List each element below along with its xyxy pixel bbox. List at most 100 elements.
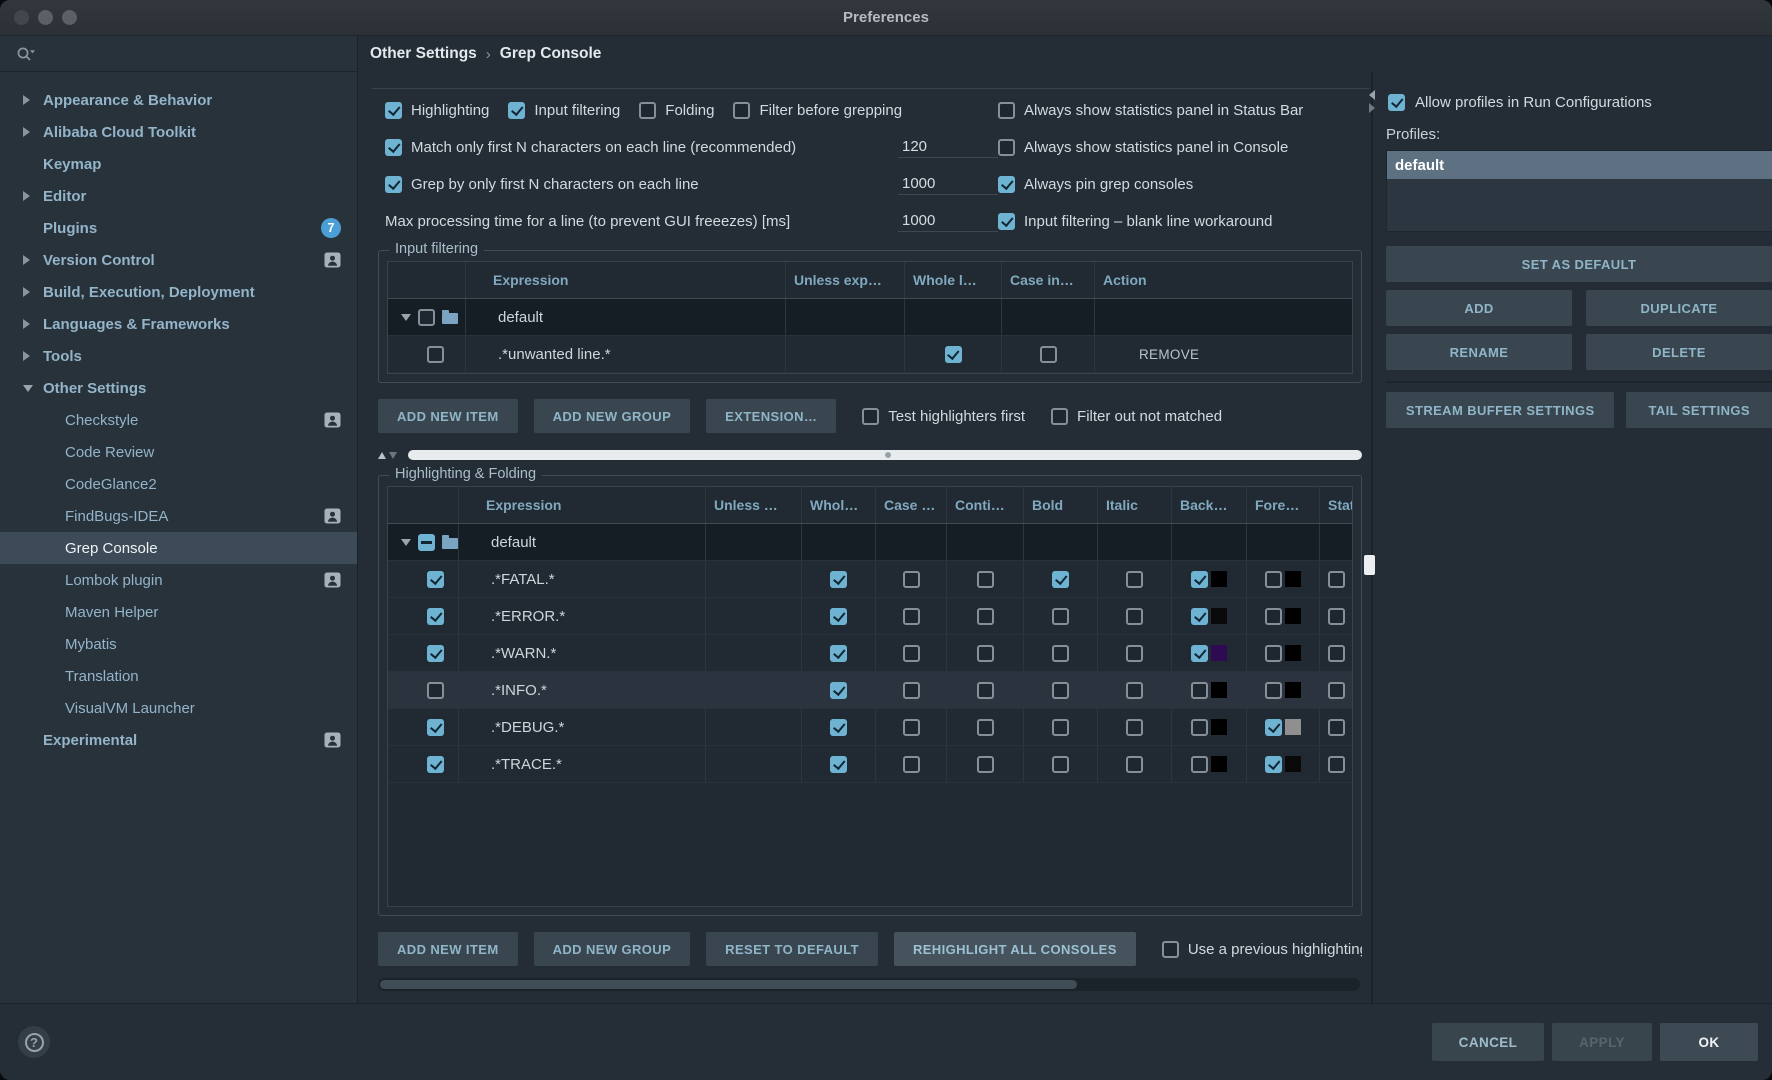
option-value-field[interactable]: 120 <box>898 137 998 158</box>
continue-matching-checkbox[interactable] <box>976 718 994 736</box>
foreground-checkbox[interactable] <box>1265 607 1282 625</box>
highlight-item-row[interactable]: .*DEBUG.* <box>388 709 1352 746</box>
sidebar-item-alibaba-cloud-toolkit[interactable]: Alibaba Cloud Toolkit <box>0 116 357 148</box>
bold-checkbox[interactable] <box>1052 644 1069 662</box>
sidebar-item-translation[interactable]: Translation <box>0 660 357 692</box>
help-button[interactable]: ? <box>18 1026 50 1058</box>
highlight-item-row[interactable]: .*FATAL.* <box>388 561 1352 598</box>
whole-line-checkbox[interactable] <box>830 681 847 699</box>
whole-line-checkbox[interactable] <box>830 607 847 625</box>
item-enabled-checkbox[interactable] <box>427 644 444 662</box>
chevron-down-icon[interactable] <box>23 384 43 392</box>
sidebar-item-visualvm-launcher[interactable]: VisualVM Launcher <box>0 692 357 724</box>
sidebar-item-keymap[interactable]: Keymap <box>0 148 357 180</box>
option-value-field[interactable]: 1000 <box>898 211 998 232</box>
foreground-checkbox[interactable] <box>1265 755 1282 773</box>
status-bar-checkbox[interactable] <box>1327 644 1345 662</box>
sidebar-item-other-settings[interactable]: Other Settings <box>0 372 357 404</box>
case-insensitive-checkbox[interactable] <box>902 755 920 773</box>
ok-button[interactable]: OK <box>1660 1023 1758 1061</box>
status-bar-checkbox[interactable] <box>1327 681 1345 699</box>
option-filter-before-grepping-checkbox[interactable] <box>733 102 751 119</box>
sidebar-item-findbugs-idea[interactable]: FindBugs-IDEA <box>0 500 357 532</box>
chevron-right-icon[interactable] <box>23 127 43 137</box>
sidebar-item-codeglance2[interactable]: CodeGlance2 <box>0 468 357 500</box>
color-swatch[interactable] <box>1285 571 1301 587</box>
highlight-item-row[interactable]: .*INFO.* <box>388 672 1352 709</box>
color-swatch[interactable] <box>1285 608 1301 624</box>
breadcrumb-section[interactable]: Other Settings <box>370 45 477 63</box>
item-enabled-checkbox[interactable] <box>427 607 444 625</box>
add-profile-button[interactable]: ADD <box>1386 290 1572 326</box>
background-checkbox[interactable] <box>1191 570 1208 588</box>
table-group-row[interactable]: default <box>388 524 1352 561</box>
rehighlight-all-consoles-button[interactable]: REHIGHLIGHT ALL CONSOLES <box>893 932 1136 966</box>
item-enabled-checkbox[interactable] <box>427 718 444 736</box>
bold-checkbox[interactable] <box>1052 718 1069 736</box>
continue-matching-checkbox[interactable] <box>976 570 994 588</box>
item-enabled-checkbox[interactable] <box>427 345 444 363</box>
splitter-bar[interactable] <box>408 450 1362 460</box>
italic-checkbox[interactable] <box>1126 755 1143 773</box>
filter-out-not-matched-checkbox[interactable] <box>1051 407 1069 425</box>
duplicate-profile-button[interactable]: DUPLICATE <box>1586 290 1772 326</box>
option-always-show-statistics-panel-in-status-bar-checkbox[interactable] <box>998 102 1015 119</box>
italic-checkbox[interactable] <box>1126 644 1143 662</box>
set-as-default-button[interactable]: SET AS DEFAULT <box>1386 246 1772 282</box>
background-checkbox[interactable] <box>1191 681 1208 699</box>
status-bar-checkbox[interactable] <box>1327 607 1345 625</box>
whole-line-checkbox[interactable] <box>830 755 847 773</box>
background-checkbox[interactable] <box>1191 718 1208 736</box>
horizontal-scrollbar-thumb[interactable] <box>380 980 1078 989</box>
sidebar-item-appearance-behavior[interactable]: Appearance & Behavior <box>0 84 357 116</box>
sidebar-item-mybatis[interactable]: Mybatis <box>0 628 357 660</box>
color-swatch[interactable] <box>1285 719 1301 735</box>
chevron-right-icon[interactable] <box>23 191 43 201</box>
option-match-only-first-n-characters--checkbox[interactable] <box>385 139 402 156</box>
bold-checkbox[interactable] <box>1052 607 1069 625</box>
bold-checkbox[interactable] <box>1052 681 1069 699</box>
panel-divider[interactable] <box>1364 72 1378 1003</box>
continue-matching-checkbox[interactable] <box>976 607 994 625</box>
highlight-item-row[interactable]: .*ERROR.* <box>388 598 1352 635</box>
case-insensitive-checkbox[interactable] <box>1039 345 1057 363</box>
chevron-up-icon[interactable] <box>378 451 386 459</box>
italic-checkbox[interactable] <box>1126 718 1143 736</box>
chevron-right-icon[interactable] <box>23 95 43 105</box>
foreground-checkbox[interactable] <box>1265 644 1282 662</box>
zoom-button[interactable] <box>62 10 77 25</box>
extension-button[interactable]: EXTENSION… <box>706 399 837 433</box>
sidebar-item-plugins[interactable]: Plugins 7 <box>0 212 357 244</box>
chevron-down-icon[interactable] <box>401 313 411 321</box>
case-insensitive-checkbox[interactable] <box>902 570 920 588</box>
chevron-right-icon[interactable] <box>23 287 43 297</box>
option-input-filtering-checkbox[interactable] <box>508 102 526 119</box>
sidebar-item-experimental[interactable]: Experimental <box>0 724 357 756</box>
add-new-item-button[interactable]: ADD NEW ITEM <box>378 932 518 966</box>
color-swatch[interactable] <box>1285 756 1301 772</box>
cancel-button[interactable]: CANCEL <box>1432 1023 1544 1061</box>
color-swatch[interactable] <box>1285 645 1301 661</box>
option-grep-by-only-first-n-character-checkbox[interactable] <box>385 176 402 193</box>
bold-checkbox[interactable] <box>1052 755 1069 773</box>
chevron-right-icon[interactable] <box>1369 103 1375 113</box>
filter-item-row[interactable]: .*unwanted line.* REMOVE <box>388 336 1352 373</box>
horizontal-scrollbar[interactable] <box>378 978 1360 991</box>
sidebar-item-code-review[interactable]: Code Review <box>0 436 357 468</box>
chevron-down-icon[interactable] <box>401 538 411 546</box>
panel-splitter[interactable] <box>378 449 1362 461</box>
sidebar-item-grep-console[interactable]: Grep Console <box>0 532 357 564</box>
sidebar-search[interactable] <box>0 36 357 72</box>
sidebar-item-lombok-plugin[interactable]: Lombok plugin <box>0 564 357 596</box>
status-bar-checkbox[interactable] <box>1327 755 1345 773</box>
test-highlighters-first-checkbox[interactable] <box>862 407 880 425</box>
color-swatch[interactable] <box>1211 608 1227 624</box>
whole-line-checkbox[interactable] <box>830 718 847 736</box>
vertical-scrollbar-thumb[interactable] <box>1364 555 1375 575</box>
chevron-left-icon[interactable] <box>1369 90 1375 100</box>
tail-settings-button[interactable]: TAIL SETTINGS <box>1626 392 1772 428</box>
allow-profiles-checkbox[interactable] <box>1388 94 1405 111</box>
item-enabled-checkbox[interactable] <box>427 681 444 699</box>
chevron-down-icon[interactable] <box>389 451 397 459</box>
delete-profile-button[interactable]: DELETE <box>1586 334 1772 370</box>
